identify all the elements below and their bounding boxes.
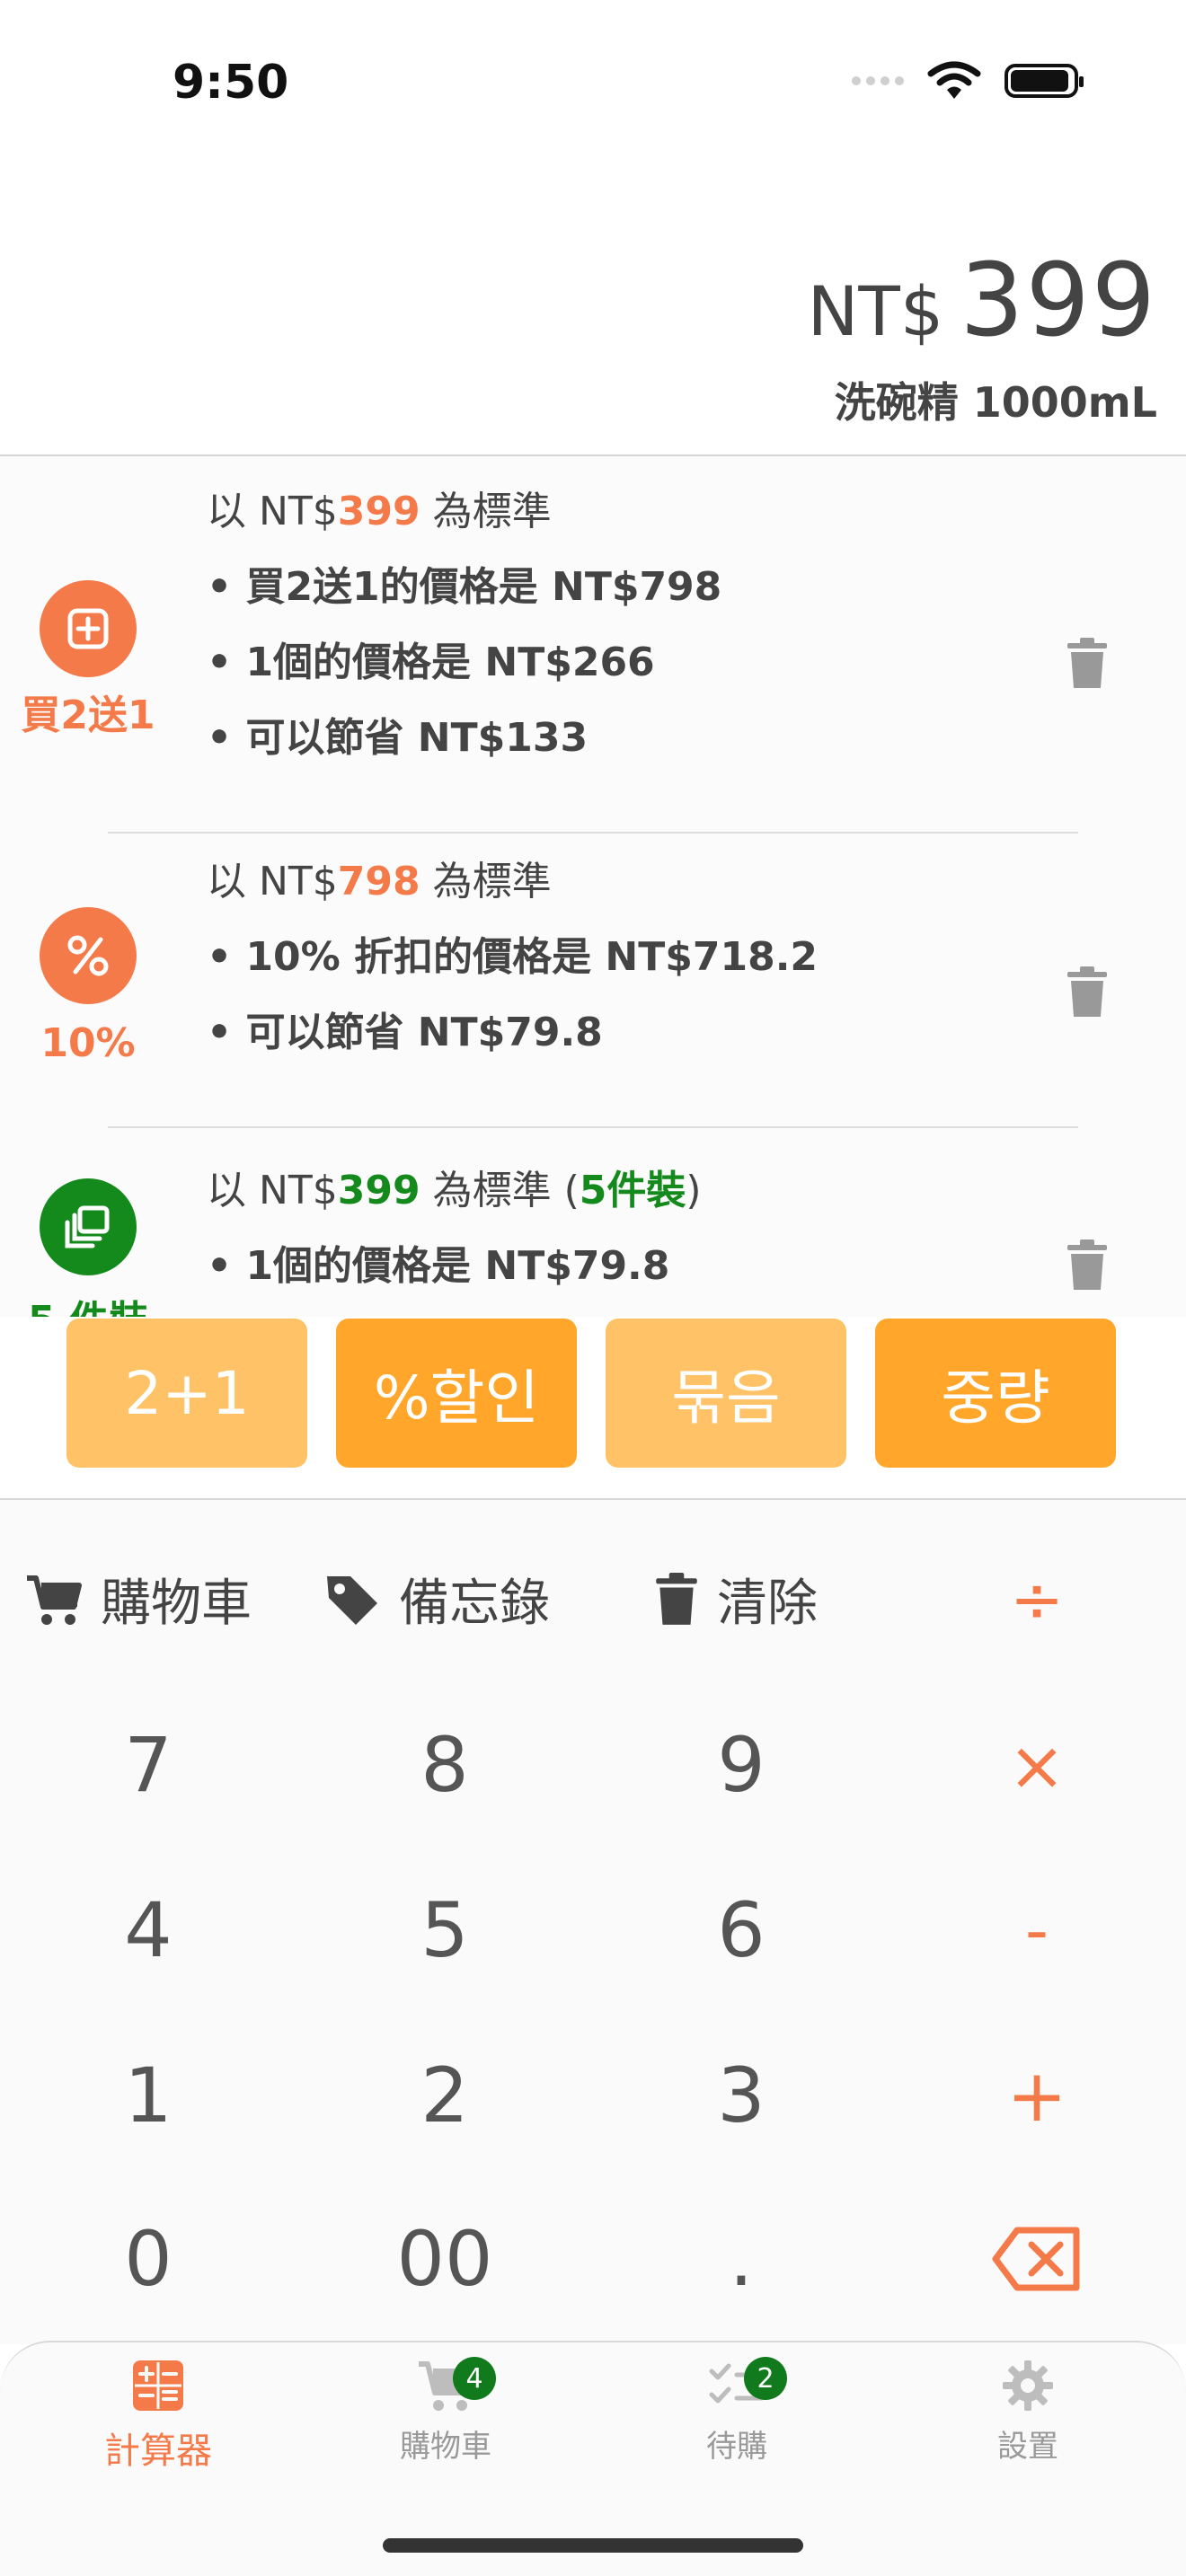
tag-icon [327, 1575, 377, 1625]
key-3[interactable]: 3 [593, 2028, 890, 2163]
backspace-key[interactable] [956, 2192, 1118, 2326]
key-1[interactable]: 1 [0, 2028, 296, 2163]
cart-tool-button[interactable]: 購物車 [25, 1563, 252, 1636]
cellular-signal-icon [852, 76, 904, 85]
minus-key[interactable]: - [956, 1863, 1118, 1998]
key-9[interactable]: 9 [593, 1698, 890, 1832]
key-6[interactable]: 6 [593, 1863, 890, 1998]
plus-key[interactable]: + [956, 2028, 1118, 2163]
bundle-icon [40, 1178, 137, 1275]
memo-tool-button[interactable]: 備忘錄 [323, 1563, 550, 1636]
tab-label: 計算器 [104, 2430, 212, 2472]
badge-label: 10% [40, 1020, 136, 1066]
result-line: • 可以節省 NT$133 [207, 715, 589, 761]
status-time: 9:50 [173, 56, 289, 110]
result-line: • 10% 折扣的價格是 NT$718.2 [207, 934, 819, 980]
backspace-icon [992, 2227, 1080, 2291]
product-name: 洗碗精 1000mL [834, 378, 1157, 427]
memo-tool-label: 備忘錄 [399, 1575, 550, 1633]
trash-icon[interactable] [1067, 638, 1107, 690]
bundle-button[interactable]: 묶음 [606, 1319, 846, 1468]
tab-calculator[interactable]: 計算器 [50, 2359, 266, 2474]
cart-tool-label: 購物車 [101, 1575, 252, 1633]
clear-tool-button[interactable]: 清除 [654, 1563, 818, 1636]
weight-button[interactable]: 중량 [875, 1319, 1116, 1468]
result-line: • 1個的價格是 NT$79.8 [207, 1243, 670, 1289]
price-display: NT$ 399 洗碗精 1000mL [808, 243, 1157, 429]
status-icons [852, 61, 1084, 101]
divide-key[interactable]: ÷ [956, 1532, 1118, 1667]
tab-to-buy[interactable]: 待購 2 [629, 2357, 845, 2466]
trash-icon [656, 1572, 697, 1625]
result-line: • 可以節省 NT$79.8 [207, 1010, 603, 1055]
tab-label: 待購 [706, 2429, 767, 2465]
result-line: • 1個的價格是 NT$266 [207, 640, 655, 685]
key-7[interactable]: 7 [0, 1698, 296, 1832]
divider [108, 832, 1078, 834]
plus-box-icon [40, 580, 137, 677]
key-0[interactable]: 0 [0, 2192, 296, 2326]
key-00[interactable]: 00 [296, 2192, 593, 2326]
tab-label: 設置 [997, 2429, 1058, 2465]
badge-label: 5 件裝 [0, 1288, 176, 1317]
battery-icon [1005, 64, 1084, 98]
percent-discount-button[interactable]: %할인 [336, 1319, 577, 1468]
base-line: 以 NT$798 為標準 [207, 859, 552, 904]
trash-icon[interactable] [1067, 966, 1107, 1019]
price-currency: NT$ [807, 271, 944, 351]
key-8[interactable]: 8 [296, 1698, 593, 1832]
calculator-icon [133, 2360, 183, 2411]
result-line: • 買2送1的價格是 NT$798 [207, 564, 722, 610]
percent-icon [40, 907, 137, 1004]
discount-list[interactable]: 買2送1 以 NT$399 為標準 • 買2送1的價格是 NT$798 • 1個… [0, 456, 1186, 1317]
base-line: 以 NT$399 為標準 [207, 489, 552, 534]
cart-icon [27, 1575, 82, 1625]
home-indicator [383, 2538, 803, 2553]
key-2[interactable]: 2 [296, 2028, 593, 2163]
tab-label: 購物車 [400, 2429, 491, 2465]
wifi-icon [927, 61, 981, 99]
gear-icon [1003, 2360, 1053, 2411]
key-4[interactable]: 4 [0, 1863, 296, 1998]
divider [108, 1126, 1078, 1128]
badge-label: 買2送1 [21, 693, 155, 738]
multiply-key[interactable]: × [956, 1698, 1118, 1832]
base-line: 以 NT$399 為標準 (5件裝) [207, 1168, 702, 1213]
cart-count-badge: 4 [453, 2357, 496, 2400]
clear-tool-label: 清除 [717, 1575, 818, 1633]
bogo-button[interactable]: 2+1 [66, 1319, 307, 1468]
key-decimal[interactable]: . [593, 2192, 890, 2326]
price-value: 399 [960, 243, 1157, 359]
trash-icon[interactable] [1067, 1239, 1107, 1292]
tab-cart[interactable]: 購物車 4 [338, 2357, 553, 2466]
to-buy-count-badge: 2 [744, 2357, 787, 2400]
tab-settings[interactable]: 設置 [920, 2359, 1136, 2466]
key-5[interactable]: 5 [296, 1863, 593, 1998]
